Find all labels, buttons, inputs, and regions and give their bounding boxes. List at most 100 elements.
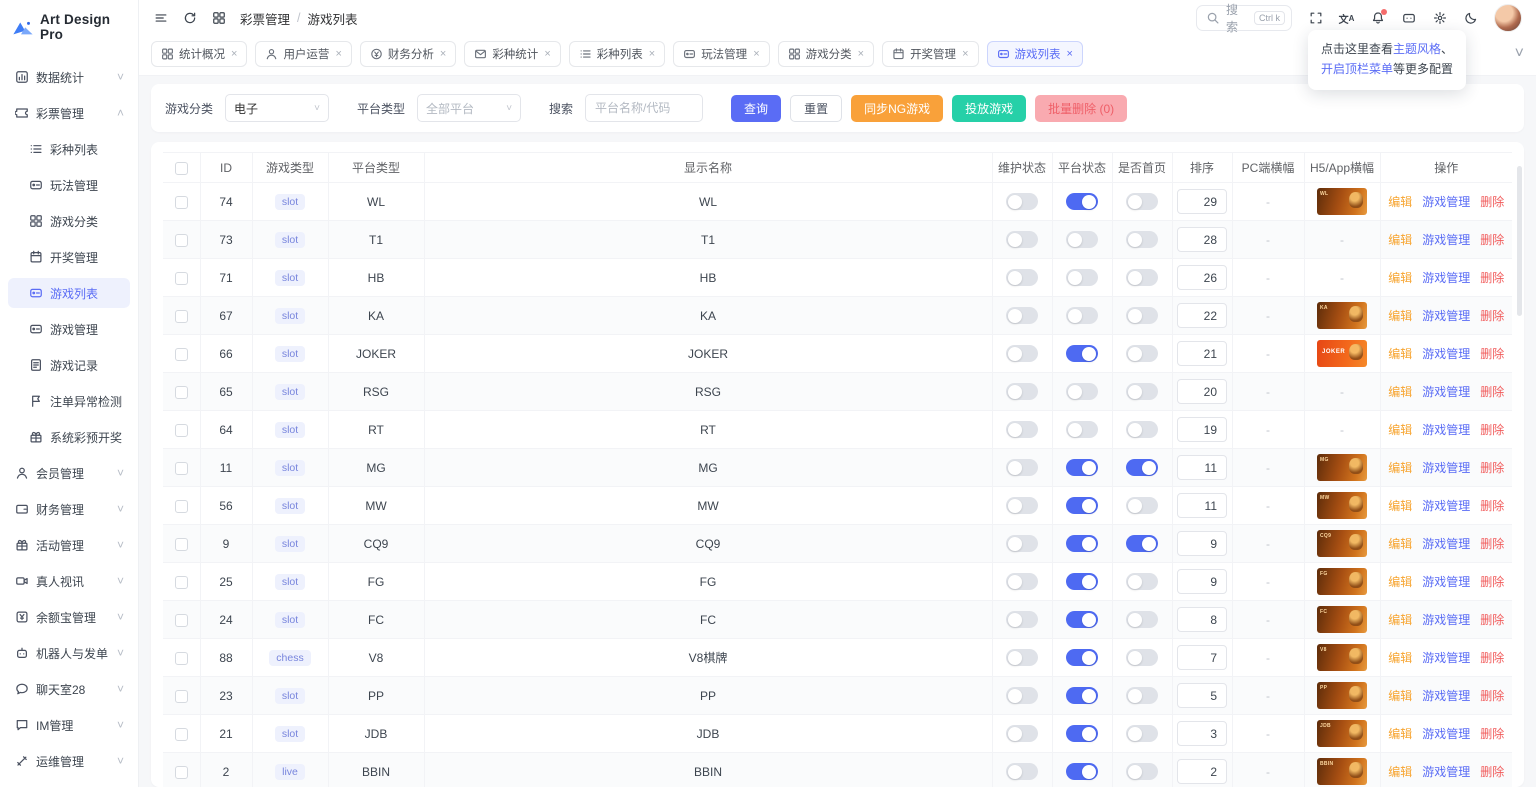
manage-game-action[interactable]: 游戏管理	[1422, 231, 1470, 248]
manage-game-action[interactable]: 游戏管理	[1422, 345, 1470, 362]
sort-input[interactable]	[1177, 265, 1227, 290]
row-checkbox[interactable]	[174, 651, 188, 665]
sidebar-item-彩种列表[interactable]: 彩种列表	[8, 134, 130, 164]
row-checkbox[interactable]	[174, 461, 188, 475]
delete-action[interactable]: 删除	[1480, 611, 1504, 628]
manage-game-action[interactable]: 游戏管理	[1422, 573, 1470, 590]
success-button[interactable]: 投放游戏	[952, 94, 1027, 122]
delete-action[interactable]: 删除	[1480, 421, 1504, 438]
delete-action[interactable]: 删除	[1480, 345, 1504, 362]
homepage-toggle[interactable]	[1126, 535, 1158, 552]
translate-icon[interactable]: 文A	[1339, 11, 1355, 26]
sort-input[interactable]	[1177, 227, 1227, 252]
edit-action[interactable]: 编辑	[1388, 193, 1412, 210]
manage-game-action[interactable]: 游戏管理	[1422, 193, 1470, 210]
homepage-toggle[interactable]	[1126, 611, 1158, 628]
sort-input[interactable]	[1177, 379, 1227, 404]
sort-input[interactable]	[1177, 531, 1227, 556]
edit-action[interactable]: 编辑	[1388, 269, 1412, 286]
delete-action[interactable]: 删除	[1480, 459, 1504, 476]
select-all-checkbox[interactable]	[174, 161, 188, 175]
close-icon[interactable]: ×	[649, 48, 655, 60]
platform-status-toggle[interactable]	[1066, 345, 1098, 362]
edit-action[interactable]: 编辑	[1388, 763, 1412, 780]
delete-action[interactable]: 删除	[1480, 725, 1504, 742]
platform-status-toggle[interactable]	[1066, 421, 1098, 438]
delete-action[interactable]: 删除	[1480, 649, 1504, 666]
category-select[interactable]: 电子 ˅	[225, 94, 330, 122]
edit-action[interactable]: 编辑	[1388, 573, 1412, 590]
h5-banner-image[interactable]: FC	[1317, 606, 1367, 633]
maintenance-toggle[interactable]	[1006, 421, 1038, 438]
sidebar-item-财务管理[interactable]: 财务管理 ˅	[8, 494, 130, 524]
homepage-toggle[interactable]	[1126, 459, 1158, 476]
tab-开奖管理[interactable]: 开奖管理 ×	[882, 41, 979, 67]
platform-status-toggle[interactable]	[1066, 573, 1098, 590]
plain-button[interactable]: 重置	[790, 94, 843, 122]
sidebar-item-系统管理[interactable]: 系统管理˅	[8, 782, 130, 787]
edit-action[interactable]: 编辑	[1388, 611, 1412, 628]
h5-banner-image[interactable]: WL	[1317, 188, 1367, 215]
homepage-toggle[interactable]	[1126, 269, 1158, 286]
row-checkbox[interactable]	[174, 195, 188, 209]
h5-banner-image[interactable]: MW	[1317, 492, 1367, 519]
delete-action[interactable]: 删除	[1480, 687, 1504, 704]
danger-disabled-button[interactable]: 批量删除 (0)	[1035, 94, 1128, 122]
moon-icon[interactable]	[1463, 11, 1478, 26]
sort-input[interactable]	[1177, 303, 1227, 328]
sort-input[interactable]	[1177, 569, 1227, 594]
homepage-toggle[interactable]	[1126, 649, 1158, 666]
manage-game-action[interactable]: 游戏管理	[1422, 687, 1470, 704]
sidebar-item-机器人与发单[interactable]: 机器人与发单 ˅	[8, 638, 130, 668]
gear-icon[interactable]	[1432, 11, 1447, 26]
h5-banner-image[interactable]: PP	[1317, 682, 1367, 709]
maintenance-toggle[interactable]	[1006, 497, 1038, 514]
grid-icon[interactable]	[211, 11, 226, 26]
maintenance-toggle[interactable]	[1006, 535, 1038, 552]
sidebar-item-彩票管理[interactable]: 彩票管理 ˄	[8, 98, 130, 128]
platform-status-toggle[interactable]	[1066, 497, 1098, 514]
homepage-toggle[interactable]	[1126, 725, 1158, 742]
sort-input[interactable]	[1177, 645, 1227, 670]
manage-game-action[interactable]: 游戏管理	[1422, 649, 1470, 666]
manage-game-action[interactable]: 游戏管理	[1422, 763, 1470, 780]
h5-banner-image[interactable]: FG	[1317, 568, 1367, 595]
sidebar-item-IM管理[interactable]: IM管理 ˅	[8, 710, 130, 740]
sidebar-item-游戏记录[interactable]: 游戏记录	[8, 350, 130, 380]
fullscreen-icon[interactable]	[1308, 11, 1323, 26]
maintenance-toggle[interactable]	[1006, 763, 1038, 780]
maintenance-toggle[interactable]	[1006, 193, 1038, 210]
edit-action[interactable]: 编辑	[1388, 231, 1412, 248]
platform-status-toggle[interactable]	[1066, 231, 1098, 248]
maintenance-toggle[interactable]	[1006, 345, 1038, 362]
h5-banner-image[interactable]: BBIN	[1317, 758, 1367, 785]
sidebar-item-数据统计[interactable]: 数据统计 ˅	[8, 62, 130, 92]
row-checkbox[interactable]	[174, 309, 188, 323]
menu-icon[interactable]	[153, 11, 168, 26]
sort-input[interactable]	[1177, 683, 1227, 708]
platform-status-toggle[interactable]	[1066, 687, 1098, 704]
tab-游戏列表[interactable]: 游戏列表 ×	[986, 41, 1083, 67]
tab-财务分析[interactable]: 财务分析 ×	[359, 41, 457, 67]
sidebar-item-系统彩预开奖[interactable]: 系统彩预开奖	[8, 422, 130, 452]
tab-统计概况[interactable]: 统计概况 ×	[151, 41, 248, 67]
edit-action[interactable]: 编辑	[1388, 535, 1412, 552]
h5-banner-image[interactable]: KA	[1317, 302, 1367, 329]
delete-action[interactable]: 删除	[1480, 193, 1504, 210]
delete-action[interactable]: 删除	[1480, 383, 1504, 400]
close-icon[interactable]: ×	[335, 48, 341, 60]
sidebar-item-运维管理[interactable]: 运维管理 ˅	[8, 746, 130, 776]
sort-input[interactable]	[1177, 189, 1227, 214]
close-icon[interactable]: ×	[858, 48, 864, 60]
manage-game-action[interactable]: 游戏管理	[1422, 497, 1470, 514]
tab-彩种统计[interactable]: 彩种统计 ×	[464, 41, 561, 67]
sort-input[interactable]	[1177, 607, 1227, 632]
homepage-toggle[interactable]	[1126, 193, 1158, 210]
tab-彩种列表[interactable]: 彩种列表 ×	[568, 41, 666, 67]
platform-status-toggle[interactable]	[1066, 383, 1098, 400]
manage-game-action[interactable]: 游戏管理	[1422, 535, 1470, 552]
delete-action[interactable]: 删除	[1480, 497, 1504, 514]
platform-status-toggle[interactable]	[1066, 459, 1098, 476]
maintenance-toggle[interactable]	[1006, 383, 1038, 400]
sidebar-item-真人视讯[interactable]: 真人视讯 ˅	[8, 566, 130, 596]
